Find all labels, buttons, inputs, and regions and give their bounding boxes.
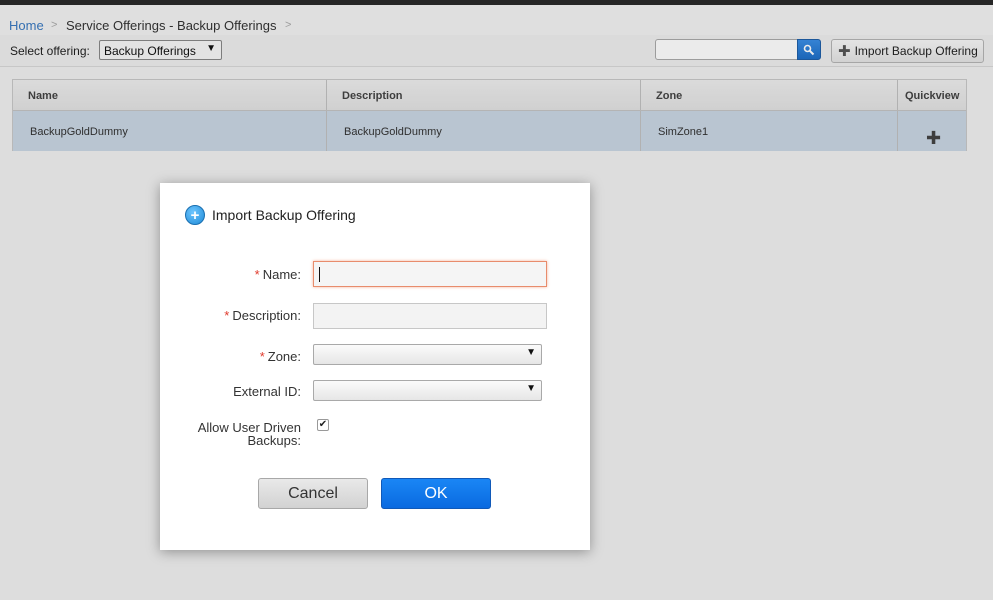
description-label: * Description: — [224, 308, 301, 323]
required-marker: * — [224, 308, 230, 323]
name-label: * Name: — [255, 267, 301, 282]
allow-user-driven-checkbox[interactable]: ✔ — [317, 419, 329, 431]
checkmark-icon: ✔ — [318, 419, 328, 430]
required-marker: * — [254, 267, 260, 282]
text-cursor — [319, 267, 320, 282]
import-backup-offering-dialog: + Import Backup Offering * Name: * Descrip… — [160, 183, 590, 550]
zone-select[interactable]: ▼ — [313, 344, 542, 365]
description-field[interactable] — [313, 303, 547, 329]
chevron-down-icon: ▼ — [526, 383, 536, 394]
required-marker: * — [259, 349, 265, 364]
cancel-button[interactable]: Cancel — [258, 478, 368, 509]
name-field[interactable] — [313, 261, 547, 287]
chevron-down-icon: ▼ — [526, 347, 536, 358]
zone-label: * Zone: — [260, 349, 301, 364]
allow-user-driven-label-line2: Backups: — [247, 433, 301, 448]
ok-button[interactable]: OK — [381, 478, 491, 509]
dialog-title: Import Backup Offering — [212, 207, 356, 223]
add-circle-icon: + — [185, 205, 205, 225]
zone-label-text: Zone: — [267, 349, 301, 364]
description-label-text: Description: — [232, 308, 301, 323]
external-id-label: External ID: — [233, 384, 301, 399]
name-label-text: Name: — [262, 267, 301, 282]
external-id-select[interactable]: ▼ — [313, 380, 542, 401]
